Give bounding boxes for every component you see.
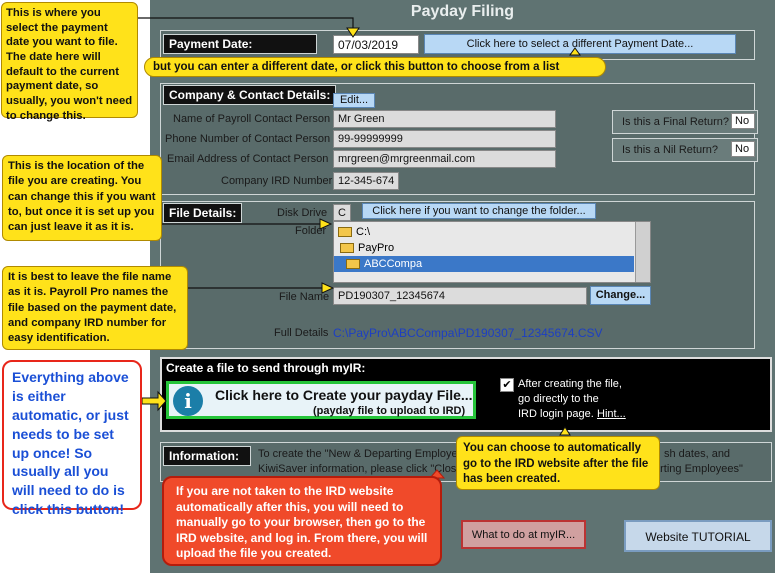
callout-not-taken: If you are not taken to the IRD website … bbox=[162, 476, 442, 566]
arrow-location bbox=[319, 218, 333, 230]
callout-file-name: It is best to leave the file name as it … bbox=[2, 266, 188, 350]
arrow-automatic bbox=[141, 390, 167, 412]
callout-auto-ird: You can choose to automatically go to th… bbox=[456, 436, 660, 490]
arrow-file-name bbox=[321, 282, 335, 294]
callout-automatic: Everything above is either automatic, or… bbox=[2, 360, 142, 517]
arrow-enter-date bbox=[569, 47, 581, 56]
callout-location: This is the location of the file you are… bbox=[2, 155, 162, 241]
connector-payment-date bbox=[137, 17, 354, 32]
arrow-auto-ird bbox=[559, 426, 571, 436]
callout-enter-date: but you can enter a different date, or c… bbox=[144, 57, 606, 77]
arrow-payment-date bbox=[346, 27, 360, 38]
callout-payment-date: This is where you select the payment dat… bbox=[1, 2, 138, 122]
